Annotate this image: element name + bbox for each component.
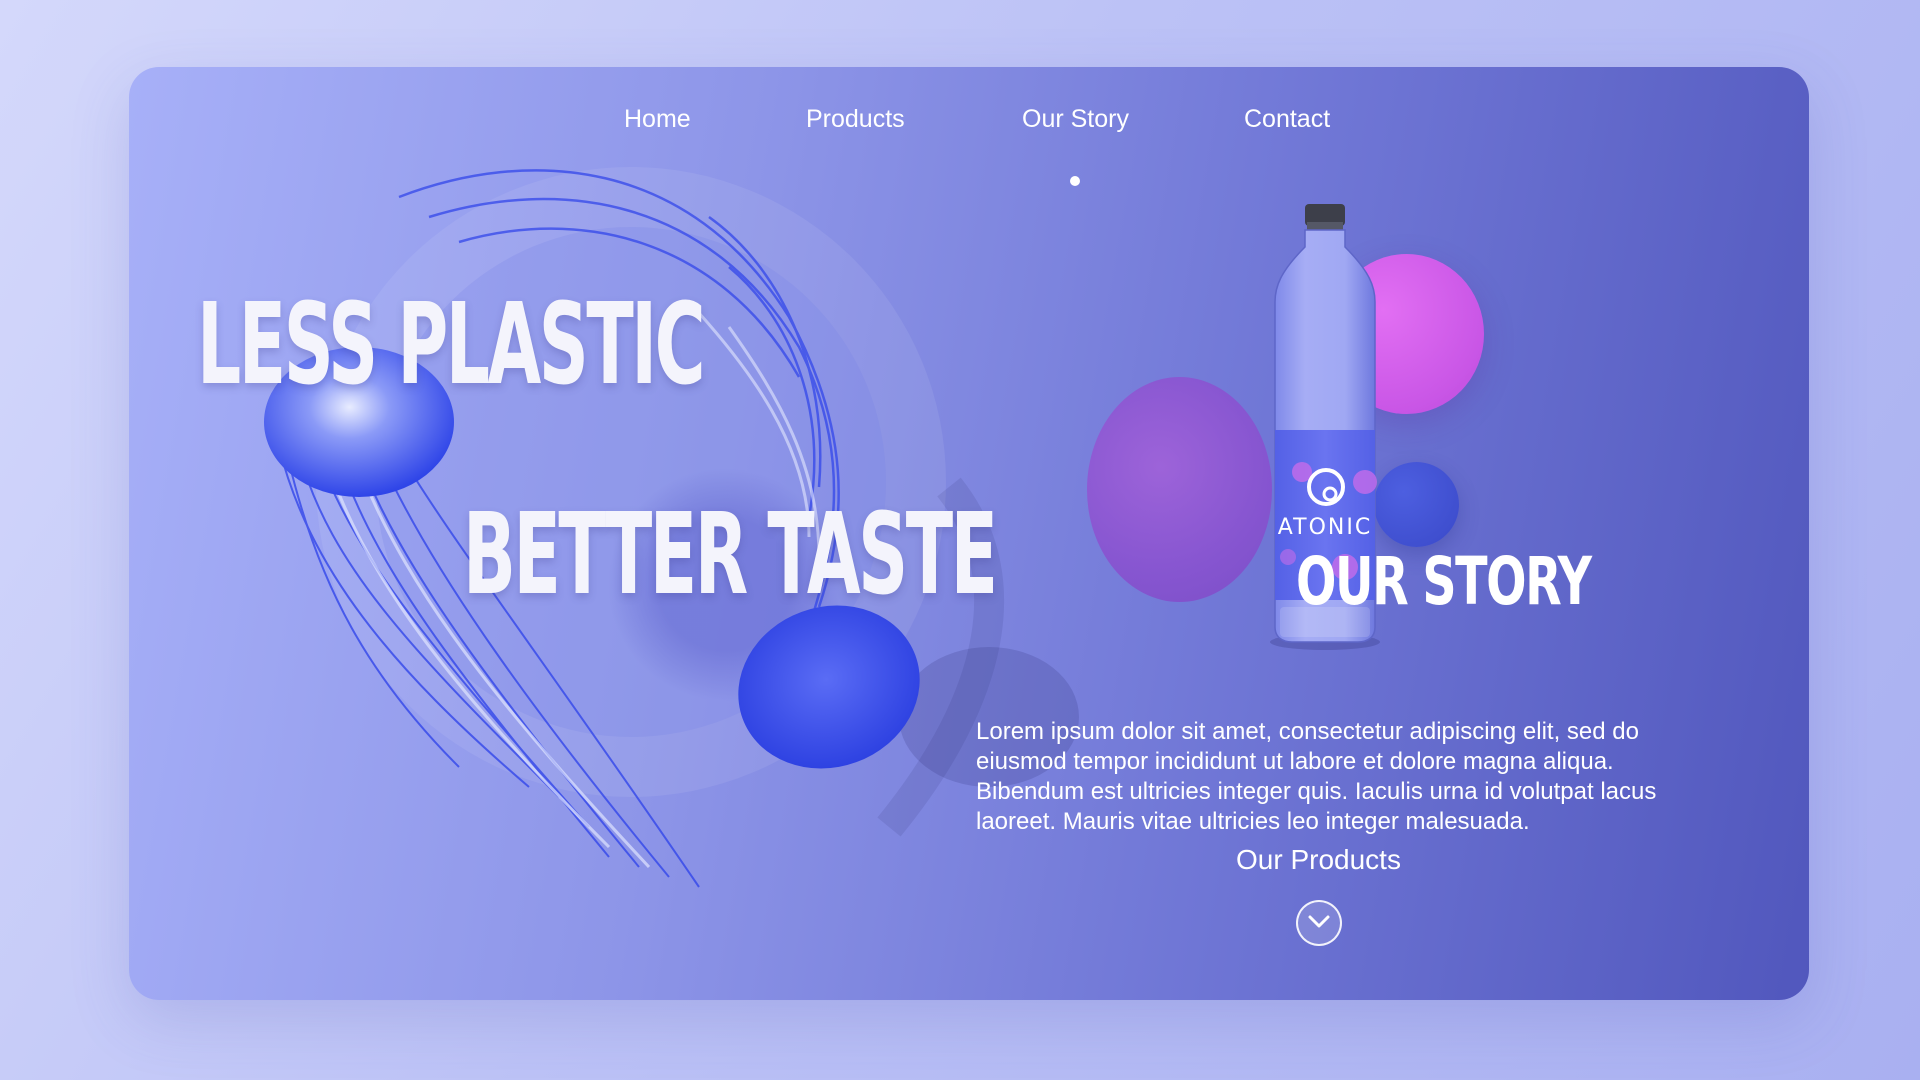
hero-card: Home Products Our Story Contact LESS PLA… — [129, 67, 1809, 1000]
our-products-link[interactable]: Our Products — [1236, 844, 1401, 876]
nav-link-home[interactable]: Home — [624, 105, 691, 134]
nav-link-contact[interactable]: Contact — [1244, 105, 1330, 134]
section-title: OUR STORY — [1296, 543, 1592, 620]
bottle-brand-label: ATONIC — [1278, 515, 1372, 540]
chevron-down-icon — [1308, 915, 1330, 928]
nav-link-products[interactable]: Products — [806, 105, 905, 134]
hero-headline-line-1: LESS PLASTIC — [197, 280, 706, 410]
hero-headline-line-2: BETTER TASTE — [463, 490, 998, 620]
story-paragraph: Lorem ipsum dolor sit amet, consectetur … — [976, 718, 1657, 835]
main-nav: Home Products Our Story Contact — [129, 105, 1809, 186]
decorative-bubble-purple — [1087, 377, 1272, 602]
nav-link-our-story[interactable]: Our Story — [1022, 105, 1129, 134]
scroll-down-button[interactable] — [1296, 900, 1342, 946]
active-nav-indicator — [1070, 176, 1080, 186]
